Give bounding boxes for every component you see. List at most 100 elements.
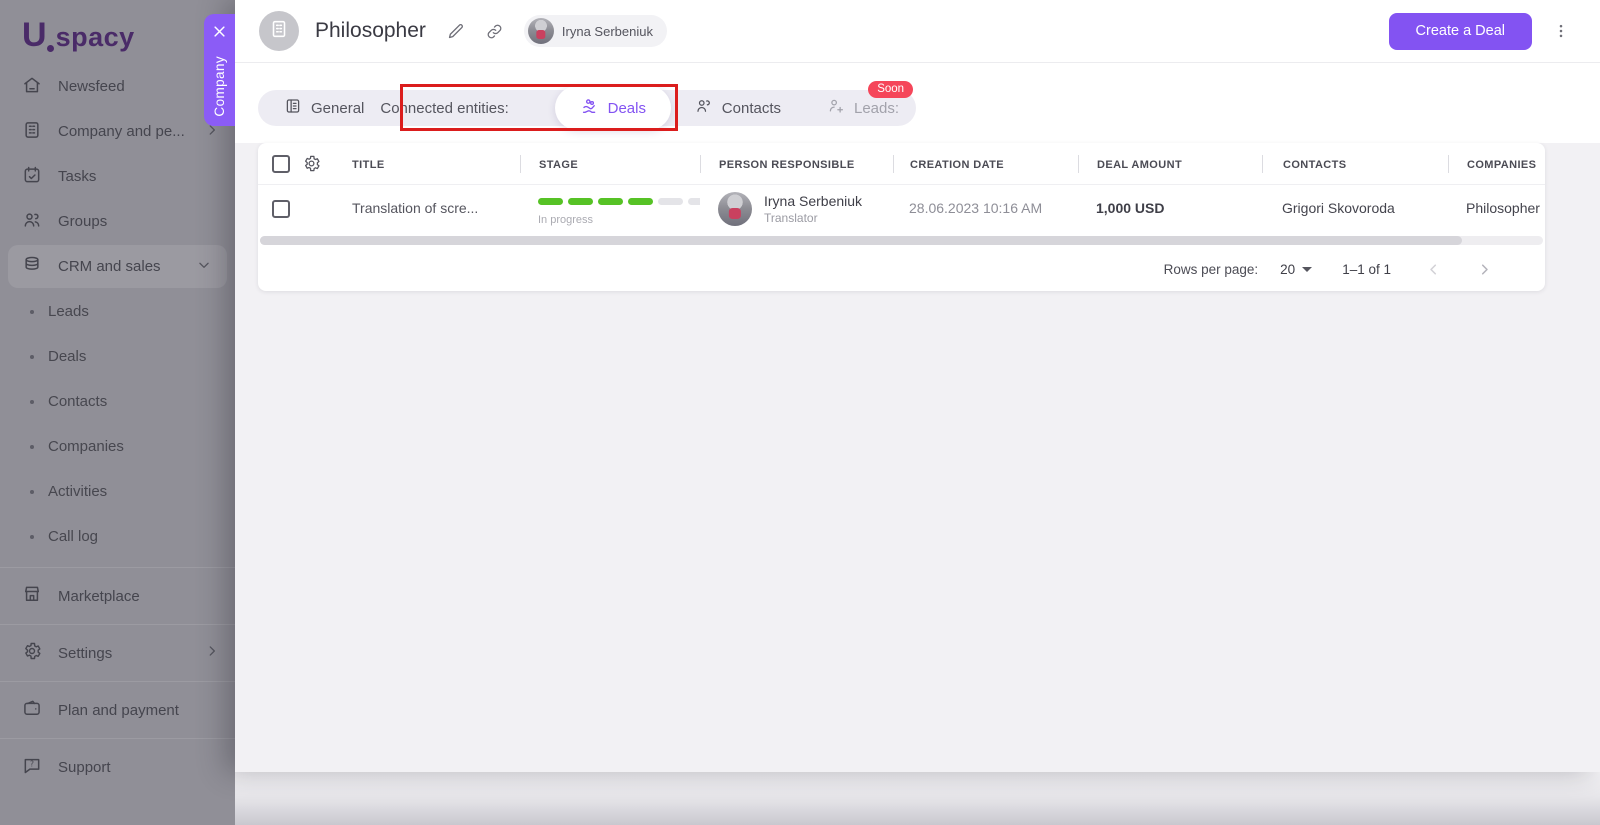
bullet-icon: [30, 535, 34, 539]
panel-header: Philosopher Iryna Serbeniuk Create a Dea…: [235, 0, 1600, 63]
sidebar-subitem-activities[interactable]: Activities: [0, 469, 235, 514]
column-settings-gear-icon[interactable]: [302, 154, 340, 173]
sidebar-item-support[interactable]: ? Support: [0, 738, 235, 795]
chevron-down-icon: [197, 258, 211, 276]
table-header-row: TITLE STAGE PERSON RESPONSIBLE CREATION …: [258, 143, 1545, 185]
next-page-button[interactable]: [1476, 261, 1493, 278]
company-tab-label: Company: [212, 56, 227, 117]
sidebar-item-groups[interactable]: Groups: [0, 199, 235, 244]
sidebar-item-settings[interactable]: Settings: [0, 624, 235, 681]
link-icon[interactable]: [485, 22, 504, 41]
close-icon[interactable]: [212, 24, 227, 44]
rows-per-page-select[interactable]: 20: [1280, 262, 1312, 277]
kebab-menu-icon[interactable]: [1552, 22, 1570, 40]
table-row[interactable]: Translation of scre... In progress Iryna…: [258, 185, 1545, 233]
deals-handshake-icon: [580, 97, 599, 120]
sidebar: U spacy Newsfeed Company and pe... Tasks…: [0, 0, 235, 825]
company-link[interactable]: Philosopher: [1466, 200, 1540, 216]
row-checkbox[interactable]: [272, 200, 290, 218]
sidebar-item-newsfeed[interactable]: Newsfeed: [0, 64, 235, 109]
pagination-bar: Rows per page: 20 1–1 of 1: [258, 247, 1545, 291]
soon-badge: Soon: [868, 81, 913, 98]
creation-date: 28.06.2023 10:16 AM: [909, 200, 1042, 216]
sidebar-subitem-call-log[interactable]: Call log: [0, 514, 235, 559]
sidebar-subitem-deals[interactable]: Deals: [0, 334, 235, 379]
crm-stack-icon: [22, 255, 42, 279]
owner-avatar: [528, 18, 554, 44]
person-name[interactable]: Iryna Serbeniuk: [764, 193, 862, 209]
wallet-icon: [22, 698, 42, 722]
bullet-icon: [30, 310, 34, 314]
caret-down-icon: [1302, 267, 1312, 272]
sidebar-item-marketplace[interactable]: Marketplace: [0, 567, 235, 624]
chat-question-icon: ?: [22, 755, 42, 779]
deal-title-link[interactable]: Translation of scre...: [352, 200, 478, 216]
logo-mark: U: [22, 16, 45, 55]
svg-text:?: ?: [30, 759, 34, 768]
col-stage[interactable]: STAGE: [539, 159, 578, 171]
person-avatar: [718, 192, 752, 226]
content-area: TITLE STAGE PERSON RESPONSIBLE CREATION …: [235, 143, 1600, 772]
page-title: Philosopher: [315, 19, 426, 43]
create-deal-button[interactable]: Create a Deal: [1389, 13, 1532, 50]
col-creation-date[interactable]: CREATION DATE: [910, 159, 1004, 171]
uspacy-logo[interactable]: U spacy: [22, 16, 135, 55]
scrollbar-track[interactable]: [260, 236, 1543, 245]
tab-deals-active[interactable]: Deals: [555, 86, 671, 130]
tab-bar: General Connected entities: Deals Contac…: [258, 90, 916, 126]
company-detail-panel: Philosopher Iryna Serbeniuk Create a Dea…: [235, 0, 1600, 772]
col-deal-amount[interactable]: DEAL AMOUNT: [1097, 159, 1182, 171]
sidebar-item-company-and-people[interactable]: Company and pe...: [0, 109, 235, 154]
stage-progress: [538, 192, 700, 210]
tab-leads-disabled: Leads: Soon: [827, 97, 899, 119]
company-avatar: [259, 11, 299, 51]
sidebar-footer: Marketplace Settings Plan and payment ? …: [0, 567, 235, 795]
lead-user-plus-icon: [827, 97, 845, 119]
storefront-icon: [22, 584, 42, 608]
stage-label: In progress: [538, 214, 700, 226]
tab-general[interactable]: General: [284, 97, 364, 119]
col-contacts[interactable]: CONTACTS: [1283, 159, 1347, 171]
gear-icon: [22, 641, 42, 665]
pagination-range: 1–1 of 1: [1342, 262, 1391, 277]
bullet-icon: [30, 355, 34, 359]
logo-word: spacy: [56, 22, 135, 53]
sidebar-item-crm-and-sales[interactable]: CRM and sales: [8, 245, 227, 288]
bullet-icon: [30, 445, 34, 449]
logo-dot-icon: [47, 45, 54, 52]
sidebar-nav: Newsfeed Company and pe... Tasks Groups …: [0, 64, 235, 559]
person-role: Translator: [764, 211, 862, 225]
building-icon: [268, 18, 290, 45]
col-person-responsible[interactable]: PERSON RESPONSIBLE: [719, 159, 855, 171]
deal-amount: 1,000 USD: [1096, 200, 1164, 216]
edit-icon[interactable]: [446, 22, 465, 41]
bullet-icon: [30, 400, 34, 404]
prev-page-button[interactable]: [1425, 261, 1442, 278]
col-title[interactable]: TITLE: [352, 159, 385, 171]
col-companies[interactable]: COMPANIES: [1467, 159, 1536, 171]
tab-contacts[interactable]: Contacts: [695, 97, 781, 119]
sidebar-subitem-leads[interactable]: Leads: [0, 289, 235, 334]
connected-entities-label: Connected entities:: [380, 100, 508, 117]
horizontal-scrollbar[interactable]: [258, 233, 1545, 247]
chevron-right-icon: [205, 644, 219, 662]
sidebar-item-tasks[interactable]: Tasks: [0, 154, 235, 199]
home-icon: [22, 75, 42, 99]
groups-icon: [22, 210, 42, 234]
dimmed-background-strip: [235, 772, 1600, 825]
owner-chip[interactable]: Iryna Serbeniuk: [524, 15, 667, 47]
sidebar-item-plan-and-payment[interactable]: Plan and payment: [0, 681, 235, 738]
general-tab-icon: [284, 97, 302, 119]
sidebar-subitem-contacts[interactable]: Contacts: [0, 379, 235, 424]
sidebar-subitem-companies[interactable]: Companies: [0, 424, 235, 469]
bullet-icon: [30, 490, 34, 494]
select-all-checkbox[interactable]: [272, 155, 290, 173]
deals-table-card: TITLE STAGE PERSON RESPONSIBLE CREATION …: [258, 143, 1545, 291]
building-icon: [22, 120, 42, 144]
owner-name: Iryna Serbeniuk: [562, 24, 653, 39]
tabs-zone: General Connected entities: Deals Contac…: [235, 63, 1600, 143]
company-slideover-tab[interactable]: Company: [204, 14, 235, 126]
contact-link[interactable]: Grigori Skovoroda: [1282, 200, 1395, 216]
scrollbar-thumb[interactable]: [260, 236, 1462, 245]
contacts-icon: [695, 97, 713, 119]
